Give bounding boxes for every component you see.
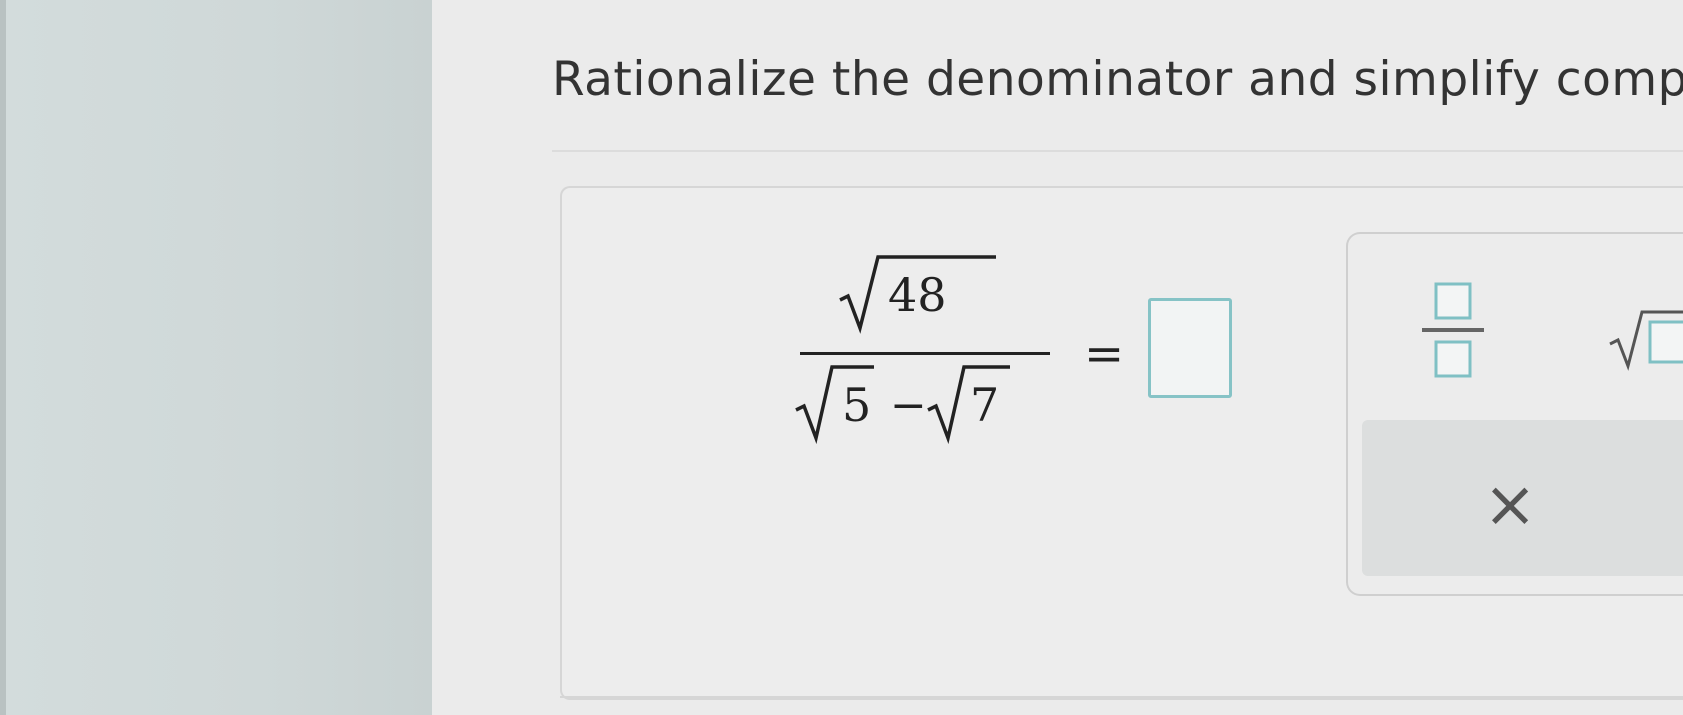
left-sidebar-panel (0, 0, 432, 715)
clear-button[interactable]: × (1470, 470, 1550, 540)
sidebar-edge (0, 0, 6, 715)
numerator-radicand: 48 (888, 268, 947, 322)
fraction-bar (800, 352, 1050, 355)
sqrt-template-icon (1609, 310, 1683, 371)
minus-sign: − (890, 380, 927, 431)
sqrt-tool-button[interactable] (1608, 300, 1683, 380)
denominator-right-radicand: 7 (970, 378, 1000, 432)
fraction-tool-button[interactable] (1420, 278, 1490, 408)
question-text: Rationalize the denominator and simplify… (552, 52, 1683, 107)
work-area-bottom-border (560, 696, 1683, 698)
denominator-left-radicand: 5 (842, 378, 872, 432)
fraction-template-icon (1422, 282, 1484, 378)
denominator: 5 − 7 (795, 365, 1044, 448)
numerator: 48 (839, 255, 998, 338)
divider (552, 150, 1683, 152)
equals-sign: = (1084, 326, 1125, 382)
answer-input-box[interactable] (1148, 298, 1232, 398)
